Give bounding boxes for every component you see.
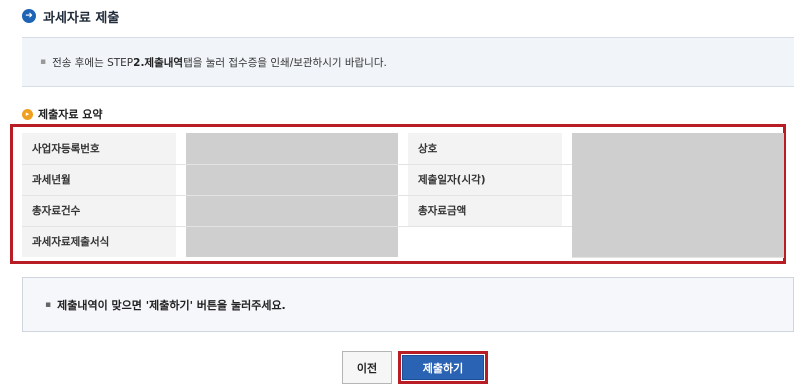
tax-year-month-value [186,164,398,196]
summary-section-title: ▸ 제출자료 요약 [22,106,103,122]
total-amount-label: 총자료금액 [408,195,562,227]
notice-text: 제출내역이 맞으면 '제출하기' 버튼을 눌러주세요. [57,298,286,312]
table-row: 사업자등록번호 상호 [22,133,784,258]
info-text-bold: 2.제출내역 [133,56,184,69]
submission-format-label: 과세자료제출서식 [22,226,176,257]
submission-date-label: 제출일자(시각) [408,164,562,196]
info-box: ▪ 전송 후에는 STEP 2.제출내역 탭을 눌러 접수증을 인쇄/보관하시기… [22,37,794,87]
right-values-masked [572,133,784,258]
page-title: ➜ 과세자료 제출 [22,6,119,26]
submit-button-highlight: 제출하기 [398,351,488,384]
page-title-text: 과세자료 제출 [43,10,120,26]
bullet-icon: ▪ [45,299,52,310]
arrow-right-circle-icon: ▸ [22,108,33,120]
info-text-prefix: 전송 후에는 STEP [52,56,134,69]
summary-title-text: 제출자료 요약 [38,108,103,121]
submit-button[interactable]: 제출하기 [402,355,484,380]
summary-table: 사업자등록번호 상호 과세년월 제출일자(시각) 총자료건수 총자료금액 과세자… [22,133,784,258]
trade-name-label: 상호 [408,133,562,165]
submission-format-value [186,226,398,257]
tax-year-month-label: 과세년월 [22,164,176,196]
total-count-label: 총자료건수 [22,195,176,227]
total-count-value [186,195,398,227]
notice-box: ▪ 제출내역이 맞으면 '제출하기' 버튼을 눌러주세요. [22,277,794,332]
arrow-right-circle-icon: ➜ [22,9,36,23]
business-number-label: 사업자등록번호 [22,133,176,165]
info-text-suffix: 탭을 눌러 접수증을 인쇄/보관하시기 바랍니다. [183,56,387,69]
business-number-value [186,133,398,165]
prev-button[interactable]: 이전 [342,351,392,384]
bullet-icon: ▪ [40,57,47,67]
